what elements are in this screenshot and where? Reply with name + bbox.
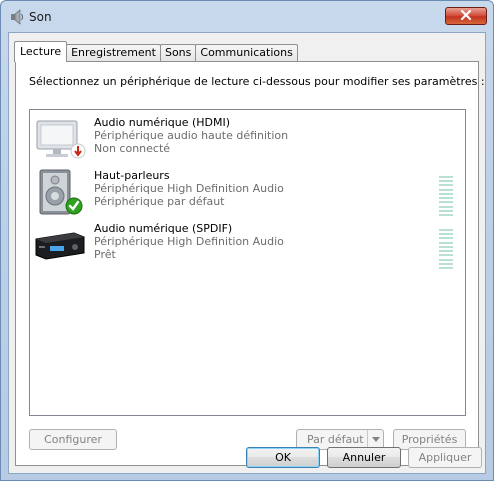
device-list[interactable]: Audio numérique (HDMI) Périphérique audi… bbox=[29, 109, 466, 416]
device-type: Périphérique High Definition Audio bbox=[94, 235, 284, 248]
tab-sons[interactable]: Sons bbox=[159, 44, 197, 62]
device-status: Périphérique par défaut bbox=[94, 195, 225, 208]
device-item-speakers[interactable]: Haut-parleurs Périphérique High Definiti… bbox=[30, 168, 465, 220]
tab-lecture[interactable]: Lecture bbox=[14, 41, 68, 62]
close-icon bbox=[460, 9, 472, 23]
monitor-icon bbox=[34, 115, 88, 165]
title-bar[interactable]: Son bbox=[1, 1, 493, 31]
volume-meter bbox=[439, 176, 453, 216]
tab-communications[interactable]: Communications bbox=[195, 44, 298, 62]
speaker-icon bbox=[34, 168, 88, 218]
device-item-spdif[interactable]: Audio numérique (SPDIF) Périphérique Hig… bbox=[30, 221, 465, 273]
close-button[interactable] bbox=[445, 7, 487, 25]
dialog-client-area: Lecture Enregistrement Sons Communicatio… bbox=[8, 32, 486, 474]
set-default-label: Par défaut bbox=[307, 433, 364, 446]
device-name: Audio numérique (HDMI) bbox=[94, 116, 231, 129]
device-text: Audio numérique (HDMI) Périphérique audi… bbox=[94, 116, 288, 155]
device-status: Prêt bbox=[94, 248, 116, 261]
device-name: Audio numérique (SPDIF) bbox=[94, 222, 233, 235]
window-title: Son bbox=[29, 10, 52, 24]
tab-enregistrement[interactable]: Enregistrement bbox=[66, 44, 161, 62]
apply-button[interactable]: Appliquer bbox=[408, 447, 482, 468]
instruction-text: Sélectionnez un périphérique de lecture … bbox=[29, 75, 485, 88]
device-name: Haut-parleurs bbox=[94, 169, 170, 182]
configure-button[interactable]: Configurer bbox=[29, 429, 117, 450]
speaker-icon bbox=[9, 9, 25, 25]
device-text: Haut-parleurs Périphérique High Definiti… bbox=[94, 169, 284, 208]
receiver-icon bbox=[34, 221, 88, 271]
volume-meter bbox=[439, 229, 453, 269]
device-type: Périphérique High Definition Audio bbox=[94, 182, 284, 195]
device-status: Non connecté bbox=[94, 142, 171, 155]
tab-strip: Lecture Enregistrement Sons Communicatio… bbox=[14, 41, 298, 62]
device-text: Audio numérique (SPDIF) Périphérique Hig… bbox=[94, 222, 284, 261]
cancel-button[interactable]: Annuler bbox=[327, 447, 401, 468]
ok-button[interactable]: OK bbox=[246, 447, 320, 468]
tab-panel-lecture: Sélectionnez un périphérique de lecture … bbox=[15, 61, 485, 466]
sound-dialog: Son Lecture Enregistrement Sons Communic… bbox=[0, 0, 494, 481]
device-item-hdmi[interactable]: Audio numérique (HDMI) Périphérique audi… bbox=[30, 115, 465, 167]
device-type: Périphérique audio haute définition bbox=[94, 129, 289, 142]
